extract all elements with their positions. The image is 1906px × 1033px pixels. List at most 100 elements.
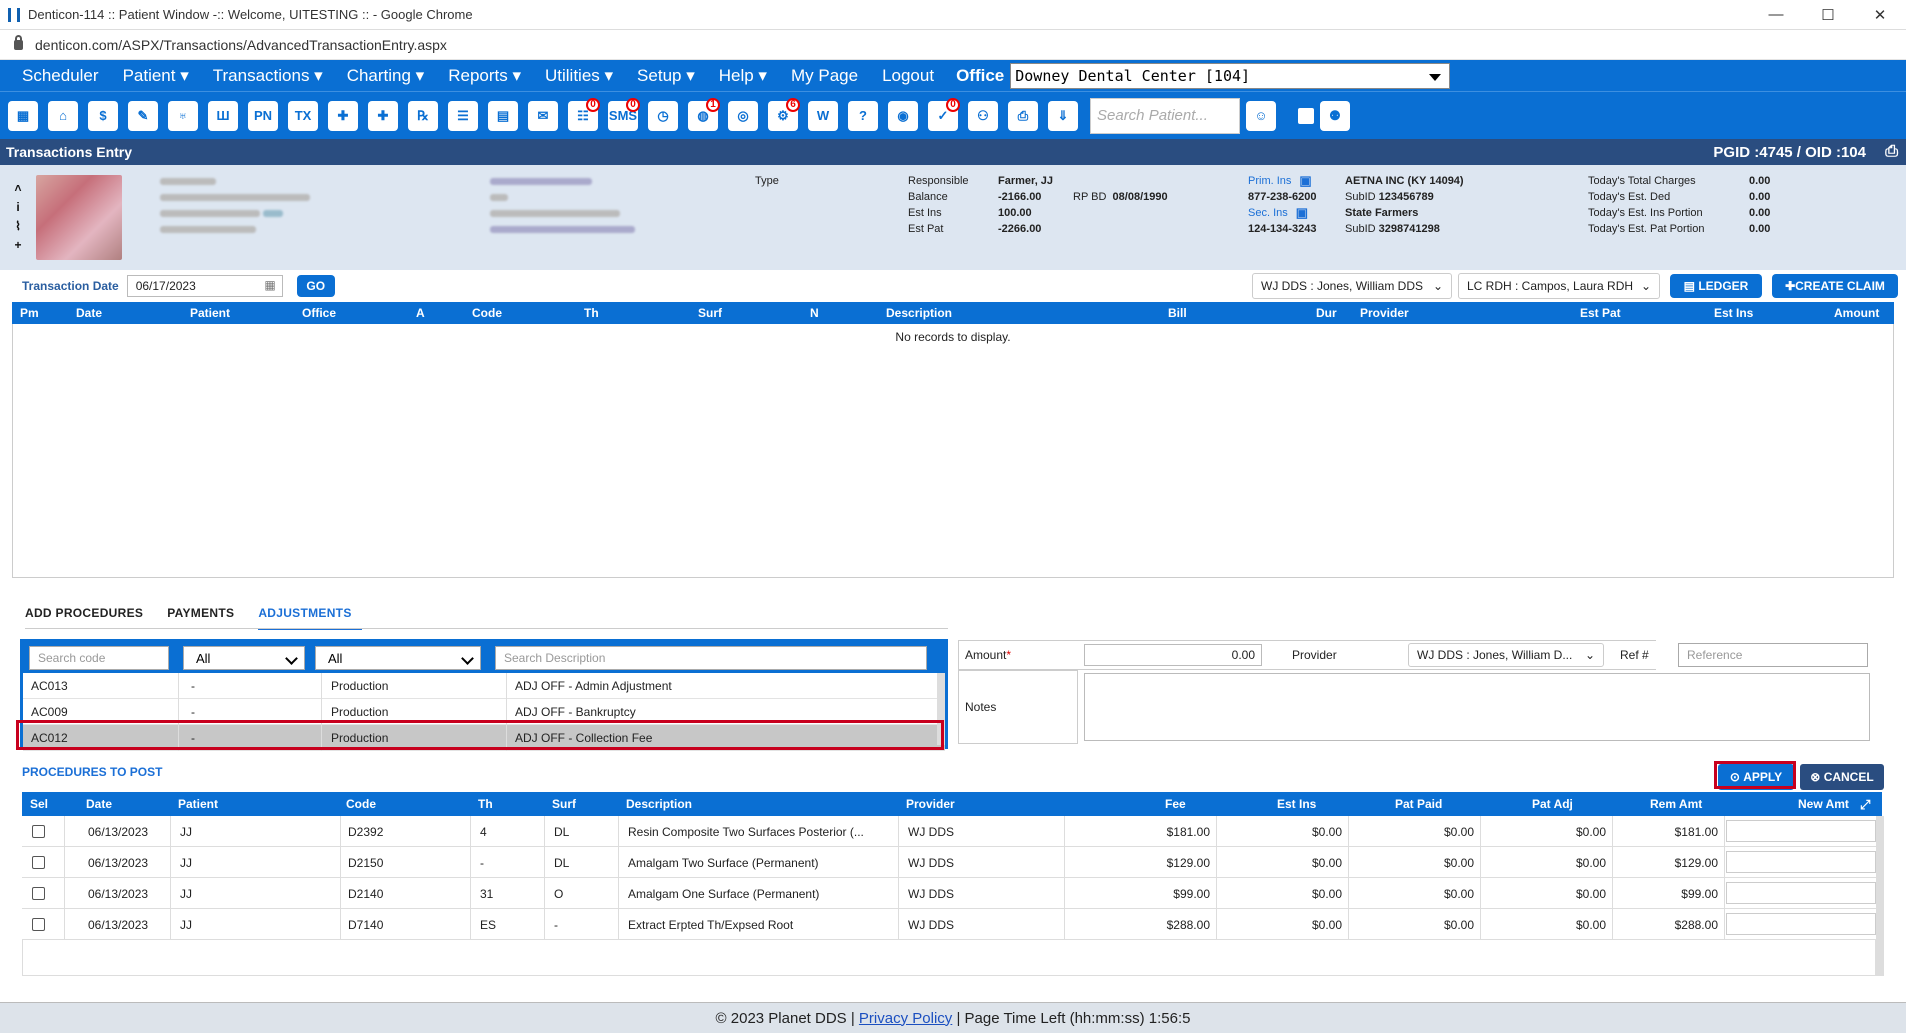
maximize-button[interactable]: ☐ xyxy=(1802,6,1854,24)
support-icon[interactable]: ◎ xyxy=(724,96,762,136)
privacy-policy-link[interactable]: Privacy Policy xyxy=(859,1010,952,1027)
settings-icon[interactable]: ⚙ 6 xyxy=(764,96,802,136)
col-bill[interactable]: Bill xyxy=(1168,306,1187,320)
tab-add-procedures[interactable]: ADD PROCEDURES xyxy=(25,604,153,630)
col-pat-paid[interactable]: Pat Paid xyxy=(1395,797,1442,811)
menu-help[interactable]: Help ▾ xyxy=(707,66,779,86)
web-icon[interactable]: ◉ xyxy=(884,96,922,136)
sms-icon[interactable]: SMS 0 xyxy=(604,96,642,136)
add-group-icon[interactable]: ✚ xyxy=(364,96,402,136)
minimize-button[interactable]: — xyxy=(1750,6,1802,24)
print-icon[interactable]: ⎙ xyxy=(1885,143,1898,161)
col-est-ins[interactable]: Est Ins xyxy=(1277,797,1316,811)
new-amt-input[interactable] xyxy=(1726,913,1876,935)
add-icon[interactable]: + xyxy=(12,236,24,255)
col-fee[interactable]: Fee xyxy=(1165,797,1186,811)
col-new-amt[interactable]: New Amt xyxy=(1798,797,1849,811)
col-n[interactable]: N xyxy=(810,306,819,320)
procedures-scrollbar[interactable] xyxy=(1876,816,1884,976)
search-code-input[interactable]: Search code xyxy=(29,646,169,670)
col-rem-amt[interactable]: Rem Amt xyxy=(1650,797,1702,811)
tooth-outline-icon[interactable]: W xyxy=(804,96,842,136)
col-patient[interactable]: Patient xyxy=(190,306,230,320)
menu-reports[interactable]: Reports ▾ xyxy=(436,66,533,86)
new-amt-input[interactable] xyxy=(1726,882,1876,904)
pn-icon[interactable]: PN xyxy=(244,96,282,136)
address-bar[interactable]: denticon.com/ASPX/Transactions/AdvancedT… xyxy=(0,30,1906,60)
col-pm[interactable]: Pm xyxy=(20,306,39,320)
calendar-picker-icon[interactable]: ▦ xyxy=(264,278,275,292)
col-description[interactable]: Description xyxy=(626,797,692,811)
col-pat-adj[interactable]: Pat Adj xyxy=(1532,797,1573,811)
col-amount[interactable]: Amount xyxy=(1834,306,1879,320)
close-button[interactable]: ✕ xyxy=(1854,6,1906,24)
tab-payments[interactable]: PAYMENTS xyxy=(167,604,244,630)
menu-setup[interactable]: Setup ▾ xyxy=(625,66,707,86)
menu-charting[interactable]: Charting ▾ xyxy=(335,66,437,86)
col-th[interactable]: Th xyxy=(478,797,493,811)
prim-ins-link[interactable]: Prim. Ins xyxy=(1248,175,1291,187)
download-icon[interactable]: ⇓ xyxy=(1044,96,1082,136)
expand-icon[interactable]: ⤢ xyxy=(1860,797,1870,813)
help-icon[interactable]: ? xyxy=(844,96,882,136)
note-icon[interactable]: ☰ xyxy=(444,96,482,136)
go-button[interactable]: GO xyxy=(296,275,335,297)
printer-icon[interactable]: ⎙ xyxy=(1004,96,1042,136)
calendar-icon[interactable]: ▦ xyxy=(4,96,42,136)
ledger-button[interactable]: ▤ LEDGER xyxy=(1670,274,1762,298)
edit-icon[interactable]: ✎ xyxy=(124,96,162,136)
select-checkbox[interactable] xyxy=(32,887,45,900)
prim-ins-card-icon[interactable]: ▣ xyxy=(1299,173,1311,189)
menu-utilities[interactable]: Utilities ▾ xyxy=(533,66,625,86)
clock-icon[interactable]: ◷ xyxy=(644,96,682,136)
col-surf[interactable]: Surf xyxy=(552,797,576,811)
col-provider[interactable]: Provider xyxy=(1360,306,1409,320)
col-description[interactable]: Description xyxy=(886,306,952,320)
new-amt-input[interactable] xyxy=(1726,820,1876,842)
col-dur[interactable]: Dur xyxy=(1316,306,1337,320)
tab-adjustments[interactable]: ADJUSTMENTS xyxy=(258,604,362,630)
dollar-icon[interactable]: $ xyxy=(84,96,122,136)
sec-ins-link[interactable]: Sec. Ins xyxy=(1248,207,1288,219)
menu-my-page[interactable]: My Page xyxy=(779,66,870,86)
col-office[interactable]: Office xyxy=(302,306,336,320)
doc-check-icon[interactable]: ✓ 0 xyxy=(924,96,962,136)
tx-icon[interactable]: TX xyxy=(284,96,322,136)
patient-search-icon[interactable]: ☺ xyxy=(1242,96,1280,136)
tooth-icon[interactable]: ♅ xyxy=(164,96,202,136)
print-doc-icon[interactable]: ▤ xyxy=(484,96,522,136)
menu-scheduler[interactable]: Scheduler xyxy=(10,66,111,86)
col-th[interactable]: Th xyxy=(584,306,599,320)
sec-ins-card-icon[interactable]: ▣ xyxy=(1296,205,1308,221)
transaction-date-input[interactable]: 06/17/2023 ▦ xyxy=(126,275,283,297)
menu-patient[interactable]: Patient ▾ xyxy=(111,66,201,86)
reference-input[interactable]: Reference xyxy=(1678,643,1868,667)
category-filter-select[interactable]: All xyxy=(183,646,305,670)
home-icon[interactable]: ⌂ xyxy=(44,96,82,136)
select-checkbox[interactable] xyxy=(32,918,45,931)
col-surf[interactable]: Surf xyxy=(698,306,722,320)
search-patient-input[interactable]: Search Patient... xyxy=(1090,97,1240,134)
new-amt-input[interactable] xyxy=(1726,851,1876,873)
collapse-icon[interactable]: ˄ xyxy=(12,179,24,198)
adjustment-row[interactable]: AC013 - Production ADJ OFF - Admin Adjus… xyxy=(23,673,945,699)
col-code[interactable]: Code xyxy=(346,797,376,811)
cancel-button[interactable]: ⊗ CANCEL xyxy=(1800,764,1884,790)
amount-input[interactable]: 0.00 xyxy=(1084,644,1262,666)
info-icon[interactable]: i xyxy=(12,198,24,217)
toggle-checkbox[interactable] xyxy=(1298,107,1314,124)
provider-select-2[interactable]: LC RDH : Campos, Laura RDH ⌄ xyxy=(1458,273,1660,299)
create-claim-button[interactable]: ✚ CREATE CLAIM xyxy=(1772,274,1898,298)
attachment-icon[interactable]: ⌇ xyxy=(12,217,24,236)
mail-icon[interactable]: ✉ xyxy=(524,96,562,136)
col-est-pat[interactable]: Est Pat xyxy=(1580,306,1621,320)
col-provider[interactable]: Provider xyxy=(906,797,955,811)
provider-select-1[interactable]: WJ DDS : Jones, William DDS ⌄ xyxy=(1252,273,1452,299)
globe-icon[interactable]: ◍ 1 xyxy=(684,96,722,136)
group-search-icon[interactable]: ⚉ xyxy=(1316,96,1354,136)
col-est-ins[interactable]: Est Ins xyxy=(1714,306,1753,320)
chat-icon[interactable]: ☷ 0 xyxy=(564,96,602,136)
col-code[interactable]: Code xyxy=(472,306,502,320)
search-description-input[interactable]: Search Description xyxy=(495,646,927,670)
col-a[interactable]: A xyxy=(416,306,425,320)
